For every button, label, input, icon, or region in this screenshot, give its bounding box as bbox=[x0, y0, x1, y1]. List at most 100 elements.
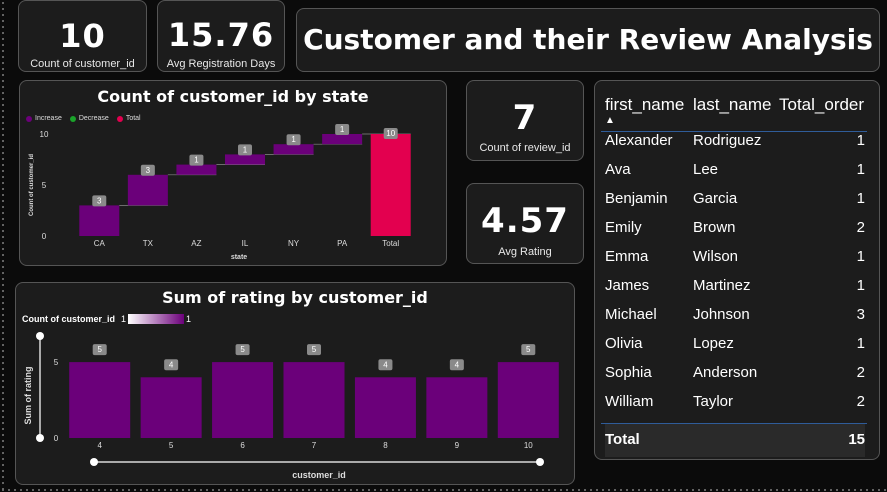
cell-first-name: Emily bbox=[605, 219, 642, 236]
rating-y-tick: 0 bbox=[54, 434, 59, 443]
table-total-label: Total bbox=[605, 431, 640, 448]
table-scrollbar[interactable] bbox=[872, 133, 876, 421]
rating-x-tick: 5 bbox=[169, 441, 174, 450]
table-row[interactable]: Ava Lee 1 bbox=[605, 155, 865, 184]
waterfall-data-label: 10 bbox=[386, 129, 395, 138]
cell-last-name: Johnson bbox=[693, 306, 750, 323]
cell-first-name: Olivia bbox=[605, 335, 643, 352]
kpi-card-customers[interactable]: 10 Count of customer_id bbox=[18, 0, 147, 72]
cell-total-order: 1 bbox=[856, 161, 865, 178]
rating-x-tick: 10 bbox=[524, 441, 533, 450]
cell-last-name: Martinez bbox=[693, 277, 751, 294]
color-legend-min: 1 bbox=[121, 314, 126, 324]
table-row[interactable]: James Martinez 1 bbox=[605, 271, 865, 300]
rating-x-tick: 4 bbox=[97, 441, 102, 450]
column-header-first-name[interactable]: first_name ▲ bbox=[605, 84, 693, 126]
waterfall-data-label: 1 bbox=[291, 135, 296, 144]
rating-data-label: 5 bbox=[312, 345, 317, 354]
cell-last-name: Wilson bbox=[693, 248, 739, 265]
rating-bar bbox=[212, 362, 274, 438]
cell-first-name: Ava bbox=[605, 161, 631, 178]
waterfall-x-tick: AZ bbox=[191, 239, 201, 248]
rating-x-axis-label: customer_id bbox=[292, 470, 346, 480]
cell-total-order: 1 bbox=[856, 248, 865, 265]
y-range-slider-handle-bottom[interactable] bbox=[36, 434, 44, 442]
waterfall-data-label: 1 bbox=[340, 125, 345, 134]
kpi-card-reviews[interactable]: 7 Count of review_id bbox=[466, 80, 584, 161]
cell-total-order: 2 bbox=[856, 219, 865, 236]
table-row[interactable]: Sophia Anderson 2 bbox=[605, 358, 865, 387]
waterfall-x-tick: IL bbox=[242, 239, 249, 248]
color-legend-gradient bbox=[128, 314, 184, 324]
rating-chart-card[interactable]: Sum of rating by customer_id Count of cu… bbox=[15, 282, 575, 485]
cell-first-name: Sophia bbox=[605, 364, 652, 381]
table-row[interactable]: Emily Brown 2 bbox=[605, 213, 865, 242]
waterfall-bar bbox=[322, 134, 363, 145]
rating-data-label: 4 bbox=[383, 360, 388, 369]
table-row[interactable]: Benjamin Garcia 1 bbox=[605, 184, 865, 213]
cell-total-order: 1 bbox=[856, 190, 865, 207]
waterfall-x-tick: NY bbox=[288, 239, 300, 248]
cell-last-name: Brown bbox=[693, 219, 736, 236]
cell-first-name: William bbox=[605, 393, 654, 410]
waterfall-y-tick: 5 bbox=[42, 181, 47, 190]
waterfall-bar bbox=[176, 164, 217, 175]
waterfall-y-axis-label: Count of customer_id bbox=[29, 154, 35, 216]
rating-chart-plot[interactable]: Count of customer_id 1 1 Sum of rating 0 5 5 4 4… bbox=[16, 283, 574, 484]
waterfall-y-tick: 10 bbox=[40, 130, 49, 139]
waterfall-data-label: 1 bbox=[243, 145, 248, 154]
rating-bar bbox=[140, 377, 202, 438]
kpi-card-registration[interactable]: 15.76 Avg Registration Days bbox=[157, 0, 285, 72]
waterfall-chart-plot[interactable]: Count of customer_id 0 5 10 3 CA 3 TX 1 AZ 1 IL 1 NY 1… bbox=[20, 81, 446, 265]
cell-last-name: Lee bbox=[693, 161, 719, 178]
rating-x-tick: 6 bbox=[240, 441, 245, 450]
cell-last-name: Anderson bbox=[693, 364, 758, 381]
cell-total-order: 3 bbox=[856, 306, 865, 323]
table-total-row: Total 15 bbox=[605, 424, 865, 457]
column-header-total-order[interactable]: Total_order bbox=[779, 84, 865, 126]
table-total-value: 15 bbox=[848, 431, 865, 448]
kpi-label-rating: Avg Rating bbox=[498, 246, 552, 258]
rating-y-axis-label: Sum of rating bbox=[23, 367, 33, 425]
table-header-row: first_name ▲ last_name Total_order bbox=[605, 84, 865, 126]
cell-total-order: 1 bbox=[856, 277, 865, 294]
waterfall-x-tick: CA bbox=[94, 239, 106, 248]
kpi-label-registration: Avg Registration Days bbox=[166, 58, 276, 70]
rating-bar bbox=[426, 377, 488, 438]
waterfall-x-tick: PA bbox=[337, 239, 348, 248]
kpi-value-reviews: 7 bbox=[512, 98, 538, 138]
table-row[interactable]: Alexander Rodriguez 1 bbox=[605, 126, 865, 155]
rating-x-tick: 7 bbox=[312, 441, 317, 450]
table-row[interactable]: Olivia Lopez 1 bbox=[605, 329, 865, 358]
waterfall-x-tick: TX bbox=[143, 239, 154, 248]
cell-total-order: 1 bbox=[856, 335, 865, 352]
cell-last-name: Lopez bbox=[693, 335, 734, 352]
cell-total-order: 1 bbox=[856, 132, 865, 149]
table-row[interactable]: Emma Wilson 1 bbox=[605, 242, 865, 271]
customer-orders-table-card[interactable]: first_name ▲ last_name Total_order Alexa… bbox=[594, 80, 880, 460]
kpi-card-rating[interactable]: 4.57 Avg Rating bbox=[466, 183, 584, 264]
waterfall-bar bbox=[127, 174, 168, 206]
table-row[interactable]: William Taylor 2 bbox=[605, 387, 865, 416]
y-range-slider-handle-top[interactable] bbox=[36, 332, 44, 340]
table-body: Alexander Rodriguez 1 Ava Lee 1 Benjamin Garcia… bbox=[605, 126, 865, 416]
sort-ascending-icon: ▲ bbox=[605, 115, 615, 126]
table-row[interactable]: Michael Johnson 3 bbox=[605, 300, 865, 329]
rating-data-label: 5 bbox=[240, 345, 245, 354]
waterfall-x-axis-label: state bbox=[231, 254, 247, 261]
rating-bar bbox=[354, 377, 416, 438]
page-title: Customer and their Review Analysis bbox=[303, 23, 873, 56]
x-range-slider-handle-left[interactable] bbox=[90, 458, 98, 466]
waterfall-bar bbox=[370, 134, 411, 236]
color-legend-label: Count of customer_id bbox=[22, 314, 115, 324]
title-card: Customer and their Review Analysis bbox=[296, 8, 880, 72]
cell-last-name: Taylor bbox=[693, 393, 734, 410]
waterfall-chart-card[interactable]: Count of customer_id by state Increase D… bbox=[19, 80, 447, 266]
cell-last-name: Garcia bbox=[693, 190, 738, 207]
rating-bar bbox=[69, 362, 131, 438]
customer-orders-table: first_name ▲ last_name Total_order Alexa… bbox=[605, 84, 865, 416]
column-header-last-name[interactable]: last_name bbox=[693, 84, 779, 126]
rating-data-label: 4 bbox=[455, 360, 460, 369]
x-range-slider-handle-right[interactable] bbox=[536, 458, 544, 466]
waterfall-bar bbox=[225, 154, 265, 165]
